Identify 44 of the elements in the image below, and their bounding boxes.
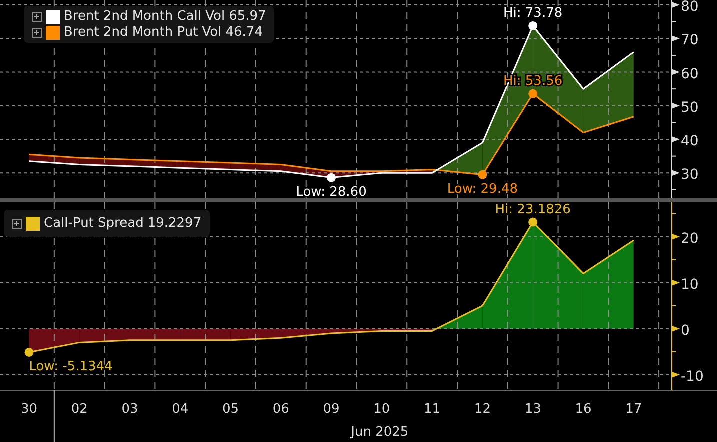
legend-label: Brent 2nd Month Put Vol	[64, 25, 222, 40]
axis-label: 0	[681, 322, 690, 339]
annotation-label: Low: 29.48	[447, 182, 518, 197]
marker-dot	[478, 170, 488, 180]
expand-icon[interactable]	[32, 12, 42, 22]
axis-label: 30	[681, 167, 699, 184]
legend-value: 46.74	[226, 25, 263, 40]
axis-label: 70	[681, 32, 699, 49]
axis-label: 10	[681, 276, 699, 293]
expand-icon[interactable]	[32, 28, 42, 38]
marker-dot	[528, 21, 538, 30]
axis-label: 11	[424, 402, 441, 417]
axis-label: 16	[575, 402, 592, 417]
axis-label: 04	[172, 402, 189, 417]
axis-label: 05	[222, 402, 240, 417]
axis-label: 80	[681, 0, 699, 16]
axis-label: 50	[681, 100, 699, 116]
axis-label: 10	[374, 402, 390, 417]
axis-label: 60	[681, 66, 699, 82]
expand-icon[interactable]	[12, 218, 22, 228]
annotation-label: Hi: 73.78	[504, 6, 563, 21]
axis-label: 17	[626, 402, 642, 417]
axis-label: 09	[323, 402, 340, 417]
marker-dot	[24, 348, 34, 357]
axis-label: 20	[681, 230, 699, 247]
axis-label: 02	[71, 402, 88, 417]
axis-title: Jun 2025	[351, 425, 409, 440]
axis-label: -10	[681, 368, 704, 385]
axis-label: 06	[272, 402, 290, 417]
legend-label: Call-Put Spread	[44, 216, 144, 231]
annotation-label: Hi: 23.1826	[495, 202, 571, 218]
marker-dot	[528, 218, 538, 227]
axis-label: 12	[474, 402, 491, 417]
axis-label: 40	[681, 134, 699, 150]
legend-value: 65.97	[229, 9, 266, 24]
axis-label: 13	[524, 402, 542, 417]
marker-dot	[327, 173, 336, 182]
annotation-label: Low: -5.1344	[29, 359, 113, 374]
marker-dot	[528, 89, 538, 98]
annotation-label: Low: 28.60	[296, 184, 367, 198]
axis-label: 30	[20, 402, 38, 417]
axis-label: 03	[122, 402, 138, 417]
legend-label: Brent 2nd Month Call Vol	[64, 9, 226, 24]
legend-value: 19.2297	[148, 216, 202, 231]
